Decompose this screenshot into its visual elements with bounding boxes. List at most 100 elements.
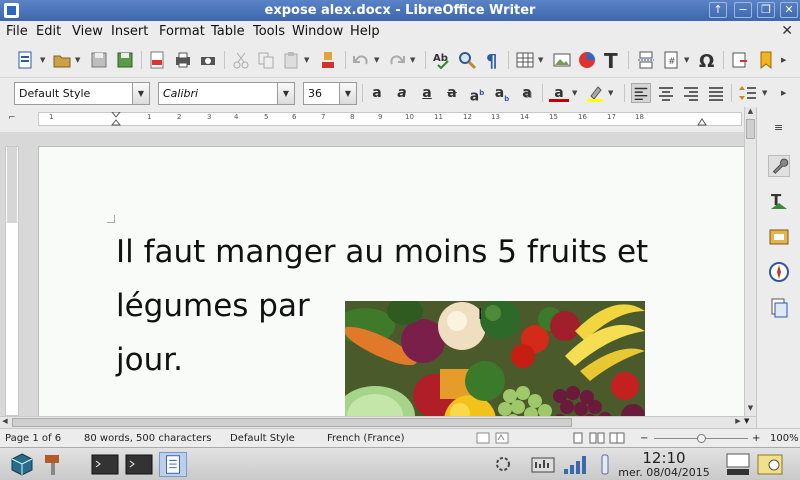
- tab-stop-selector[interactable]: ⌐: [8, 113, 16, 123]
- menu-window[interactable]: Window: [292, 24, 343, 39]
- font-size-combo[interactable]: 36 ▼: [303, 82, 357, 105]
- gallery-icon[interactable]: [768, 225, 790, 247]
- sidebar-menu-icon[interactable]: ≡: [774, 121, 783, 134]
- paste-dropdown-icon[interactable]: ▼: [304, 50, 312, 70]
- menu-file[interactable]: File: [6, 24, 28, 39]
- multi-page-view-icon[interactable]: [589, 432, 605, 444]
- window-minimize-button[interactable]: −: [734, 2, 752, 18]
- indent-marker-icon[interactable]: [111, 112, 121, 126]
- print-preview-icon[interactable]: [198, 50, 218, 70]
- scroll-down-icon[interactable]: ▼: [745, 404, 756, 414]
- zoom-slider-thumb[interactable]: [697, 434, 706, 443]
- line-spacing-dropdown-icon[interactable]: ▼: [762, 83, 770, 103]
- scroll-right-icon[interactable]: ▶: [733, 417, 743, 428]
- align-center-icon[interactable]: [656, 83, 676, 103]
- page-count[interactable]: Page 1 of 6: [5, 433, 61, 444]
- properties-wrench-icon[interactable]: [768, 155, 790, 177]
- desktop-preview-icon[interactable]: [726, 452, 752, 477]
- open-dropdown-icon[interactable]: ▼: [75, 50, 83, 70]
- window-close-button[interactable]: ✕: [780, 2, 798, 18]
- toolbar2-more-icon[interactable]: ▶: [781, 83, 789, 103]
- chevron-down-icon[interactable]: ▼: [132, 83, 149, 104]
- font-name-combo[interactable]: Calibri ▼: [158, 82, 295, 105]
- save-icon[interactable]: [89, 50, 109, 70]
- insert-chart-icon[interactable]: [577, 50, 597, 70]
- undo-dropdown-icon[interactable]: ▼: [374, 50, 382, 70]
- align-left-icon[interactable]: [631, 83, 651, 103]
- styles-icon[interactable]: T: [768, 191, 790, 213]
- line-spacing-icon[interactable]: [738, 83, 758, 103]
- vertical-scroll-thumb[interactable]: [746, 119, 755, 139]
- zoom-in-icon[interactable]: +: [752, 433, 760, 444]
- align-right-icon[interactable]: [681, 83, 701, 103]
- system-monitor-icon[interactable]: [530, 452, 556, 477]
- toolbar-more-icon[interactable]: ▶: [781, 50, 789, 70]
- right-indent-marker-icon[interactable]: [697, 112, 707, 126]
- spelling-icon[interactable]: Ab: [432, 50, 452, 70]
- insert-field-icon[interactable]: #: [661, 50, 681, 70]
- new-document-icon[interactable]: [15, 50, 35, 70]
- zoom-out-icon[interactable]: −: [640, 433, 648, 444]
- vegetables-image[interactable]: [345, 301, 645, 416]
- redo-dropdown-icon[interactable]: ▼: [410, 50, 418, 70]
- paste-icon[interactable]: [281, 50, 301, 70]
- insert-table-icon[interactable]: [515, 50, 535, 70]
- chevron-down-icon[interactable]: ▼: [277, 83, 294, 104]
- field-dropdown-icon[interactable]: ▼: [684, 50, 692, 70]
- text-language[interactable]: French (France): [327, 433, 404, 444]
- menu-table[interactable]: Table: [211, 24, 245, 39]
- menu-insert[interactable]: Insert: [111, 24, 148, 39]
- font-color-dropdown-icon[interactable]: ▼: [572, 83, 580, 103]
- find-replace-icon[interactable]: [457, 50, 477, 70]
- insert-hyperlink-icon[interactable]: [730, 50, 750, 70]
- highlighting-icon[interactable]: [585, 83, 605, 103]
- zoom-level[interactable]: 100%: [770, 433, 799, 444]
- shadow-icon[interactable]: a: [517, 84, 537, 102]
- terminal-2-icon[interactable]: [125, 452, 153, 477]
- page-style[interactable]: Default Style: [230, 433, 295, 444]
- insert-page-break-icon[interactable]: [636, 50, 656, 70]
- taskbar-clock[interactable]: 12:10 mer. 08/04/2015: [618, 450, 710, 479]
- scroll-left-icon[interactable]: ◀: [0, 417, 10, 428]
- new-dropdown-icon[interactable]: ▼: [40, 50, 48, 70]
- selection-mode-icon[interactable]: [495, 432, 509, 444]
- superscript-icon[interactable]: ab: [467, 84, 487, 105]
- menu-format[interactable]: Format: [159, 24, 205, 39]
- window-shade-button[interactable]: ↑: [709, 2, 727, 18]
- menu-tools[interactable]: Tools: [253, 24, 285, 39]
- insert-bookmark-icon[interactable]: [756, 50, 776, 70]
- document-page[interactable]: Il faut manger au moins 5 fruits et légu…: [38, 146, 744, 416]
- single-page-view-icon[interactable]: [571, 432, 585, 444]
- cut-icon[interactable]: [231, 50, 251, 70]
- window-maximize-button[interactable]: ❐: [757, 2, 775, 18]
- special-character-icon[interactable]: Ω: [697, 50, 717, 70]
- paragraph-style-combo[interactable]: Default Style ▼: [14, 82, 150, 105]
- font-color-icon[interactable]: a: [549, 84, 569, 102]
- highlight-dropdown-icon[interactable]: ▼: [608, 83, 616, 103]
- export-pdf-icon[interactable]: [147, 50, 167, 70]
- table-dropdown-icon[interactable]: ▼: [538, 50, 546, 70]
- insert-image-icon[interactable]: [552, 50, 572, 70]
- writer-taskbar-icon[interactable]: [159, 452, 187, 477]
- print-icon[interactable]: [173, 50, 193, 70]
- scroll-up-icon[interactable]: ▲: [745, 107, 756, 117]
- close-document-icon[interactable]: ✕: [781, 23, 793, 39]
- formatting-marks-icon[interactable]: ¶: [482, 50, 502, 70]
- strikethrough-icon[interactable]: a: [442, 84, 462, 102]
- undo-icon[interactable]: [351, 50, 371, 70]
- open-folder-icon[interactable]: [52, 50, 72, 70]
- copy-icon[interactable]: [256, 50, 276, 70]
- redo-icon[interactable]: [387, 50, 407, 70]
- insert-textbox-icon[interactable]: T: [602, 50, 622, 70]
- clone-formatting-icon[interactable]: [318, 50, 338, 70]
- subscript-icon[interactable]: ab: [492, 84, 512, 103]
- underline-icon[interactable]: a: [417, 84, 437, 102]
- word-count[interactable]: 80 words, 500 characters: [84, 433, 211, 444]
- scroll-corner-down-icon[interactable]: ▼: [744, 417, 749, 425]
- navigator-compass-icon[interactable]: [768, 261, 790, 283]
- vertical-scrollbar[interactable]: ▲ ▼: [744, 107, 756, 416]
- justify-icon[interactable]: [706, 83, 726, 103]
- terminal-icon[interactable]: [91, 452, 119, 477]
- book-view-icon[interactable]: [609, 432, 625, 444]
- page-properties-icon[interactable]: [768, 297, 790, 319]
